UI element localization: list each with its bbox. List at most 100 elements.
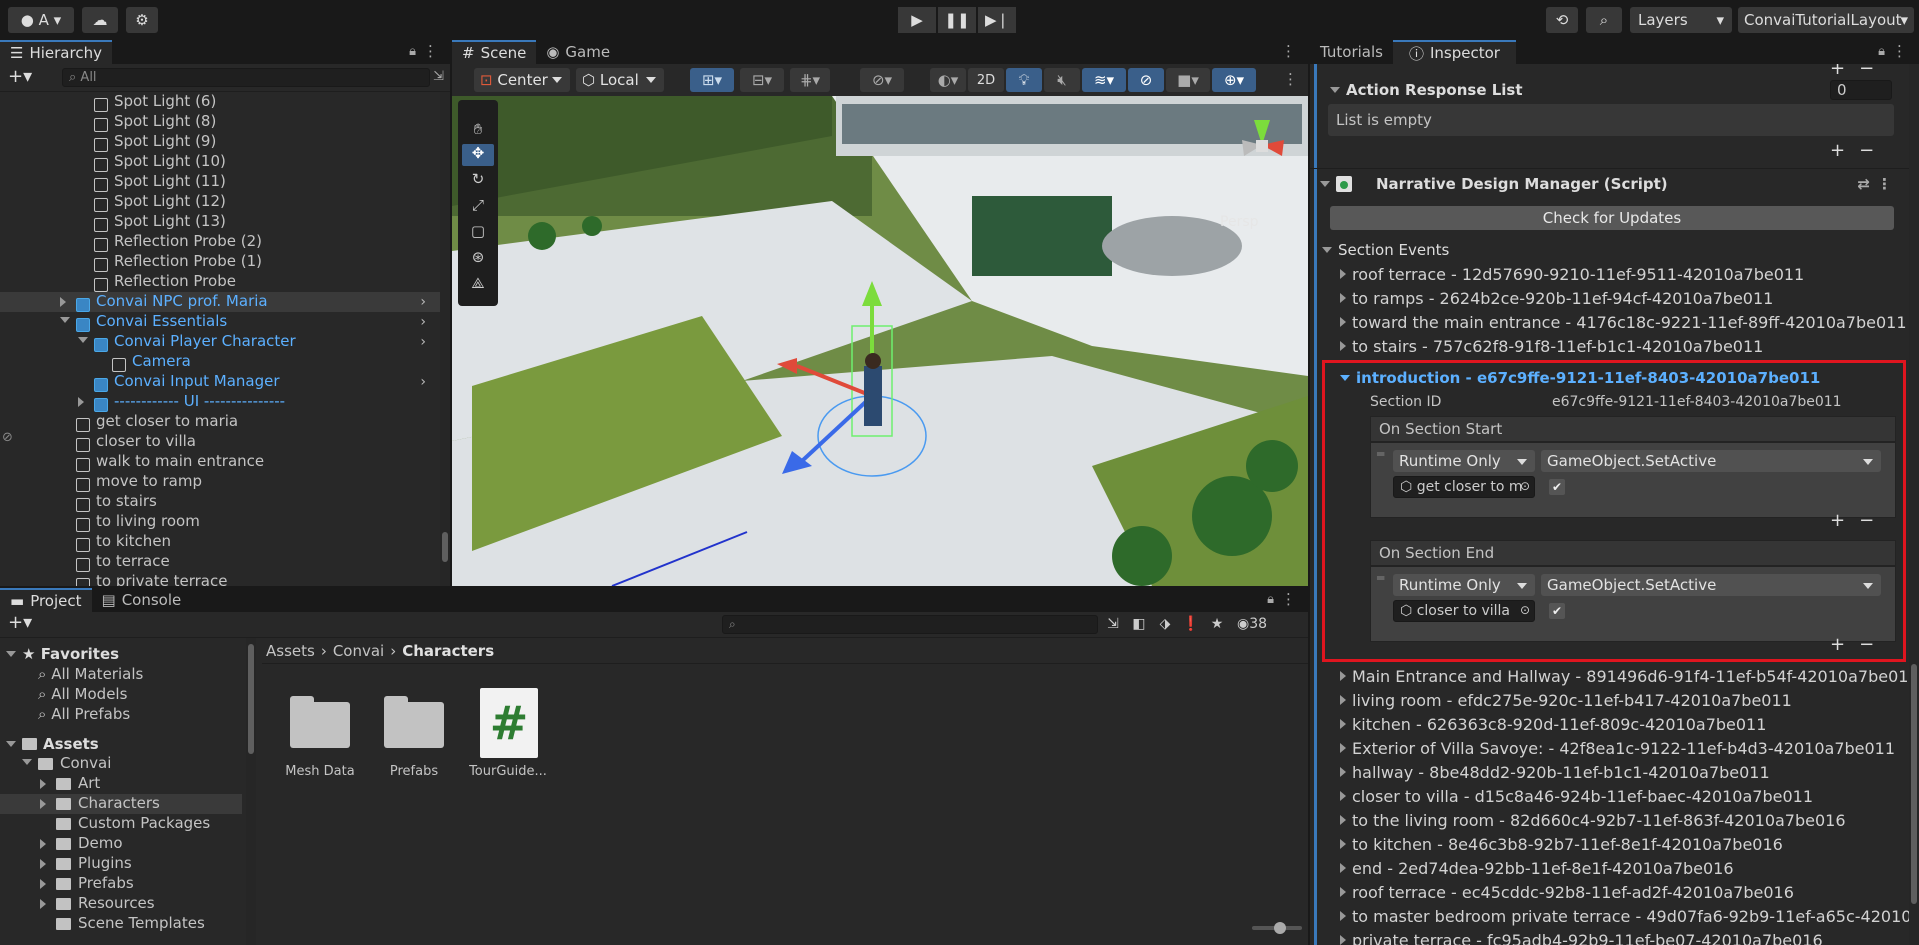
hierarchy-item[interactable]: closer to villa	[0, 432, 440, 452]
drag-handle-icon[interactable]: ═	[1377, 447, 1384, 461]
hierarchy-item[interactable]: move to ramp	[0, 472, 440, 492]
expand-arrow-icon[interactable]	[40, 859, 46, 869]
asset-folder-prefabs[interactable]: Prefabs	[376, 678, 452, 779]
remove-icon[interactable]: −	[1859, 634, 1874, 655]
camera-settings-button[interactable]: ■▾	[1166, 68, 1210, 92]
section-event-item[interactable]: to stairs - 757c62f8-91f8-11ef-b1c1-4201…	[1340, 336, 1763, 356]
transform-tool-icon[interactable]: ⊛	[462, 248, 494, 270]
snap-increment-button[interactable]: ⊟▾	[740, 68, 784, 92]
section-event-item[interactable]: to kitchen - 8e46c3b8-92b7-11ef-8e1f-420…	[1340, 834, 1783, 854]
tab-inspector[interactable]: ⓘ Inspector	[1392, 40, 1516, 64]
add-icon[interactable]: +	[1830, 64, 1845, 79]
scale-tool-icon[interactable]: ⤢	[462, 196, 494, 218]
object-picker-icon[interactable]: ⊙	[1520, 479, 1530, 493]
expand-arrow-icon[interactable]	[40, 839, 46, 849]
visibility-count[interactable]: ◉ 38	[1230, 612, 1274, 636]
space-dropdown[interactable]: ⬡ Local	[576, 68, 664, 92]
hierarchy-item[interactable]: Spot Light (12)	[0, 192, 440, 212]
section-event-item[interactable]: living room - efdc275e-920c-11ef-b417-42…	[1340, 690, 1792, 710]
runtime-dropdown[interactable]: Runtime Only	[1393, 450, 1535, 472]
hierarchy-item[interactable]: get closer to maria	[0, 412, 440, 432]
remove-icon[interactable]: −	[1859, 510, 1874, 531]
object-field[interactable]: ⬡ get closer to m ⊙	[1393, 476, 1535, 498]
audio-toggle[interactable]: 🔇︎	[1044, 68, 1080, 92]
favorite-item[interactable]: ⌕ All Materials	[38, 664, 143, 684]
section-event-item[interactable]: closer to villa - d15c8a46-924b-11ef-bae…	[1340, 786, 1813, 806]
chevron-right-icon[interactable]: ›	[420, 374, 426, 390]
search-options-icon[interactable]: ⇲	[433, 69, 444, 84]
hand-tool-icon[interactable]: ✋︎	[462, 120, 494, 142]
section-event-item[interactable]: Main Entrance and Hallway - 891496d6-91f…	[1340, 666, 1909, 686]
label-icon[interactable]: ⬗	[1152, 612, 1178, 636]
check-updates-button[interactable]: Check for Updates	[1330, 206, 1894, 230]
section-event-item[interactable]: kitchen - 626363c8-920d-11ef-809c-42010a…	[1340, 714, 1766, 734]
menu-icon[interactable]: ⋮	[423, 42, 438, 60]
hierarchy-item[interactable]: Reflection Probe (1)	[0, 252, 440, 272]
assets-header[interactable]: Assets	[6, 734, 99, 754]
tab-tutorials[interactable]: Tutorials	[1310, 40, 1393, 64]
project-search-input[interactable]: ⌕	[722, 615, 1098, 634]
tab-console[interactable]: ▤ Console	[92, 588, 192, 612]
filter-type-icon[interactable]: ◧	[1126, 612, 1152, 636]
search-icon[interactable]: ⌕	[1586, 7, 1622, 33]
account-dropdown[interactable]: ● A ▾	[8, 7, 74, 33]
hierarchy-search-input[interactable]: ⌕ All	[62, 68, 430, 87]
section-event-item[interactable]: private terrace - fc95adb4-92b9-11ef-be0…	[1340, 930, 1823, 945]
expand-arrow-icon[interactable]	[40, 879, 46, 889]
menu-icon[interactable]: ⋮	[1281, 42, 1296, 60]
add-icon[interactable]: +▾	[8, 66, 32, 87]
layout-dropdown[interactable]: ConvaiTutorialLayout ▾	[1738, 7, 1914, 33]
expand-arrow-icon[interactable]	[78, 397, 84, 407]
hierarchy-item[interactable]: to private terrace	[0, 572, 440, 586]
scrollbar-thumb[interactable]	[248, 644, 254, 754]
menu-icon[interactable]: ⋮	[1283, 70, 1298, 88]
warning-icon[interactable]: ❗	[1178, 612, 1204, 636]
add-icon[interactable]: +▾	[8, 612, 32, 633]
hierarchy-item[interactable]: Convai NPC prof. Maria ›	[0, 292, 440, 312]
expand-arrow-icon[interactable]	[60, 297, 66, 307]
hierarchy-scrollbar[interactable]	[440, 92, 450, 586]
section-event-item[interactable]: end - 2ed74dea-92bb-11ef-8e1f-42010a7be0…	[1340, 858, 1734, 878]
scene-viewport[interactable]: ✋︎ ✥ ↻ ⤢ ▢ ⊛ ⟁ Persp	[452, 96, 1308, 586]
active-checkbox[interactable]: ✔	[1549, 479, 1565, 495]
rotate-tool-icon[interactable]: ↻	[462, 170, 494, 192]
hierarchy-item[interactable]: Camera	[0, 352, 440, 372]
hierarchy-item[interactable]: to kitchen	[0, 532, 440, 552]
scene-gizmo[interactable]	[1222, 100, 1302, 190]
hierarchy-item[interactable]: Spot Light (6)	[0, 92, 440, 112]
hierarchy-item[interactable]: Convai Input Manager ›	[0, 372, 440, 392]
menu-icon[interactable]: ⋮	[1877, 175, 1892, 193]
chevron-right-icon[interactable]: ›	[420, 294, 426, 310]
tree-scrollbar[interactable]	[246, 638, 256, 945]
action-count-field[interactable]: 0	[1830, 80, 1892, 100]
tab-scene[interactable]: # Scene	[452, 40, 537, 64]
move-tool-icon[interactable]: ✥	[462, 144, 494, 166]
expand-arrow-icon[interactable]	[60, 317, 70, 323]
grid-snap-button[interactable]: ⊞▾	[690, 68, 734, 92]
hierarchy-item[interactable]: Spot Light (9)	[0, 132, 440, 152]
custom-tool-icon[interactable]: ⟁	[462, 274, 494, 296]
remove-icon[interactable]: −	[1859, 64, 1874, 79]
perspective-label[interactable]: Persp	[1220, 214, 1259, 230]
inspector-scrollbar[interactable]	[1909, 64, 1919, 945]
function-dropdown[interactable]: GameObject.SetActive	[1541, 574, 1881, 596]
favorite-item[interactable]: ⌕ All Prefabs	[38, 704, 130, 724]
expand-arrow-icon[interactable]	[78, 337, 88, 343]
lock-icon[interactable]: 🔒︎	[1267, 592, 1274, 607]
hidden-objects-toggle[interactable]: ⊘	[1128, 68, 1164, 92]
lighting-toggle[interactable]: 💡︎	[1006, 68, 1042, 92]
lock-icon[interactable]: 🔒︎	[409, 44, 416, 59]
section-event-item[interactable]: roof terrace - ec45cddc-92b8-11ef-ad2f-4…	[1340, 882, 1794, 902]
favorites-header[interactable]: ★ Favorites	[6, 644, 119, 664]
hierarchy-item[interactable]: Spot Light (10)	[0, 152, 440, 172]
scrollbar-thumb[interactable]	[442, 532, 448, 562]
object-picker-icon[interactable]: ⊙	[1520, 603, 1530, 617]
tab-project[interactable]: ▬ Project	[0, 588, 92, 612]
section-event-item[interactable]: toward the main entrance - 4176c18c-9221…	[1340, 312, 1907, 332]
runtime-dropdown[interactable]: Runtime Only	[1393, 574, 1535, 596]
project-folder[interactable]: Prefabs	[0, 874, 242, 894]
draw-mode-button[interactable]: ◐▾	[930, 68, 966, 92]
component-header[interactable]: Narrative Design Manager (Script) ⇄ ⋮	[1320, 174, 1900, 194]
visibility-hidden-icon[interactable]: ⊘	[2, 430, 13, 445]
2d-toggle[interactable]: 2D	[968, 68, 1004, 92]
